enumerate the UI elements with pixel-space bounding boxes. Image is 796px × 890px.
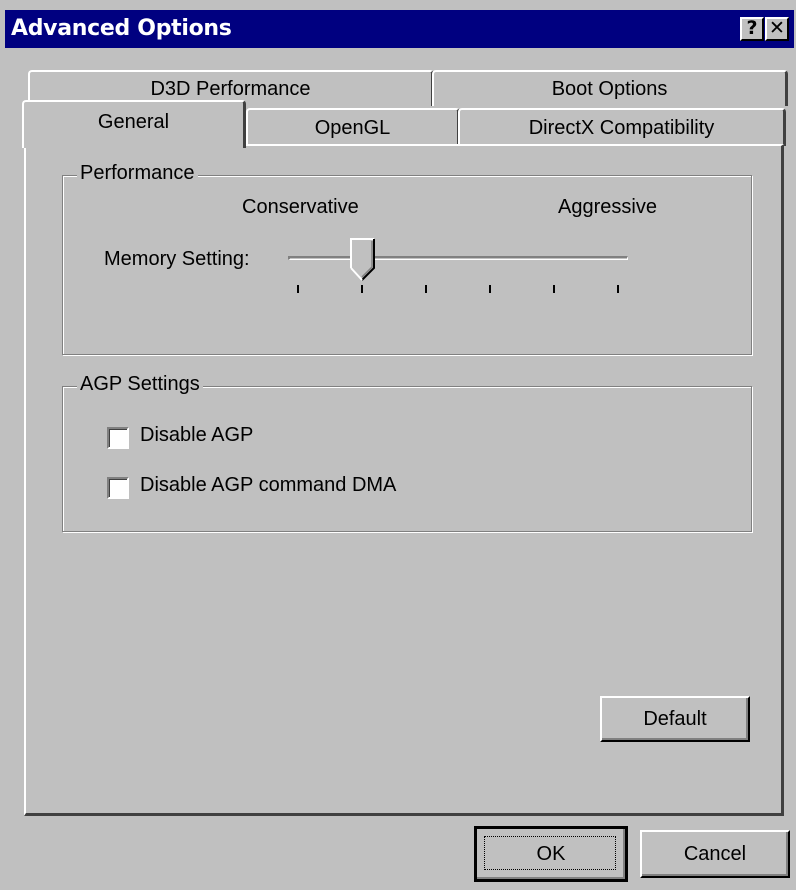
slider-tick	[553, 285, 555, 293]
cancel-button[interactable]: Cancel	[640, 830, 790, 878]
agp-settings-group-title: AGP Settings	[77, 373, 203, 396]
tab-directx-compatibility[interactable]: DirectX Compatibility	[458, 108, 786, 146]
ok-button[interactable]: OK	[474, 826, 628, 882]
tab-label: General	[97, 111, 170, 133]
agp-settings-group: AGP Settings	[62, 373, 752, 532]
conservative-label: Conservative	[242, 196, 359, 218]
disable-agp-checkbox[interactable]	[107, 427, 129, 449]
disable-agp-command-dma-checkbox[interactable]	[107, 477, 129, 499]
slider-tick	[617, 285, 619, 293]
tab-boot-options[interactable]: Boot Options	[432, 70, 788, 106]
disable-agp-command-dma-label[interactable]: Disable AGP command DMA	[140, 474, 396, 497]
slider-tick	[489, 285, 491, 293]
tab-opengl[interactable]: OpenGL	[246, 108, 460, 146]
tab-label: DirectX Compatibility	[528, 117, 715, 139]
tab-label: Boot Options	[551, 78, 668, 100]
tab-general[interactable]: General	[22, 100, 246, 148]
memory-slider-track[interactable]	[288, 256, 628, 260]
window-title: Advanced Options	[11, 16, 232, 41]
close-button[interactable]: ✕	[765, 17, 789, 41]
disable-agp-label[interactable]: Disable AGP	[140, 424, 253, 447]
memory-slider-thumb[interactable]	[350, 238, 376, 282]
performance-group-title: Performance	[77, 162, 198, 185]
slider-tick	[425, 285, 427, 293]
tab-label: OpenGL	[314, 117, 391, 139]
focus-rectangle	[484, 836, 616, 870]
cancel-button-label: Cancel	[683, 843, 747, 865]
memory-setting-label: Memory Setting:	[104, 248, 250, 270]
advanced-options-dialog: Advanced Options ? ✕ D3D Performance Boo…	[0, 0, 796, 890]
default-button[interactable]: Default	[600, 696, 750, 742]
slider-tick	[297, 285, 299, 293]
help-button[interactable]: ?	[740, 17, 764, 41]
default-button-label: Default	[643, 708, 707, 730]
aggressive-label: Aggressive	[558, 196, 657, 218]
title-bar: Advanced Options ? ✕	[5, 10, 794, 48]
slider-tick	[361, 285, 363, 293]
